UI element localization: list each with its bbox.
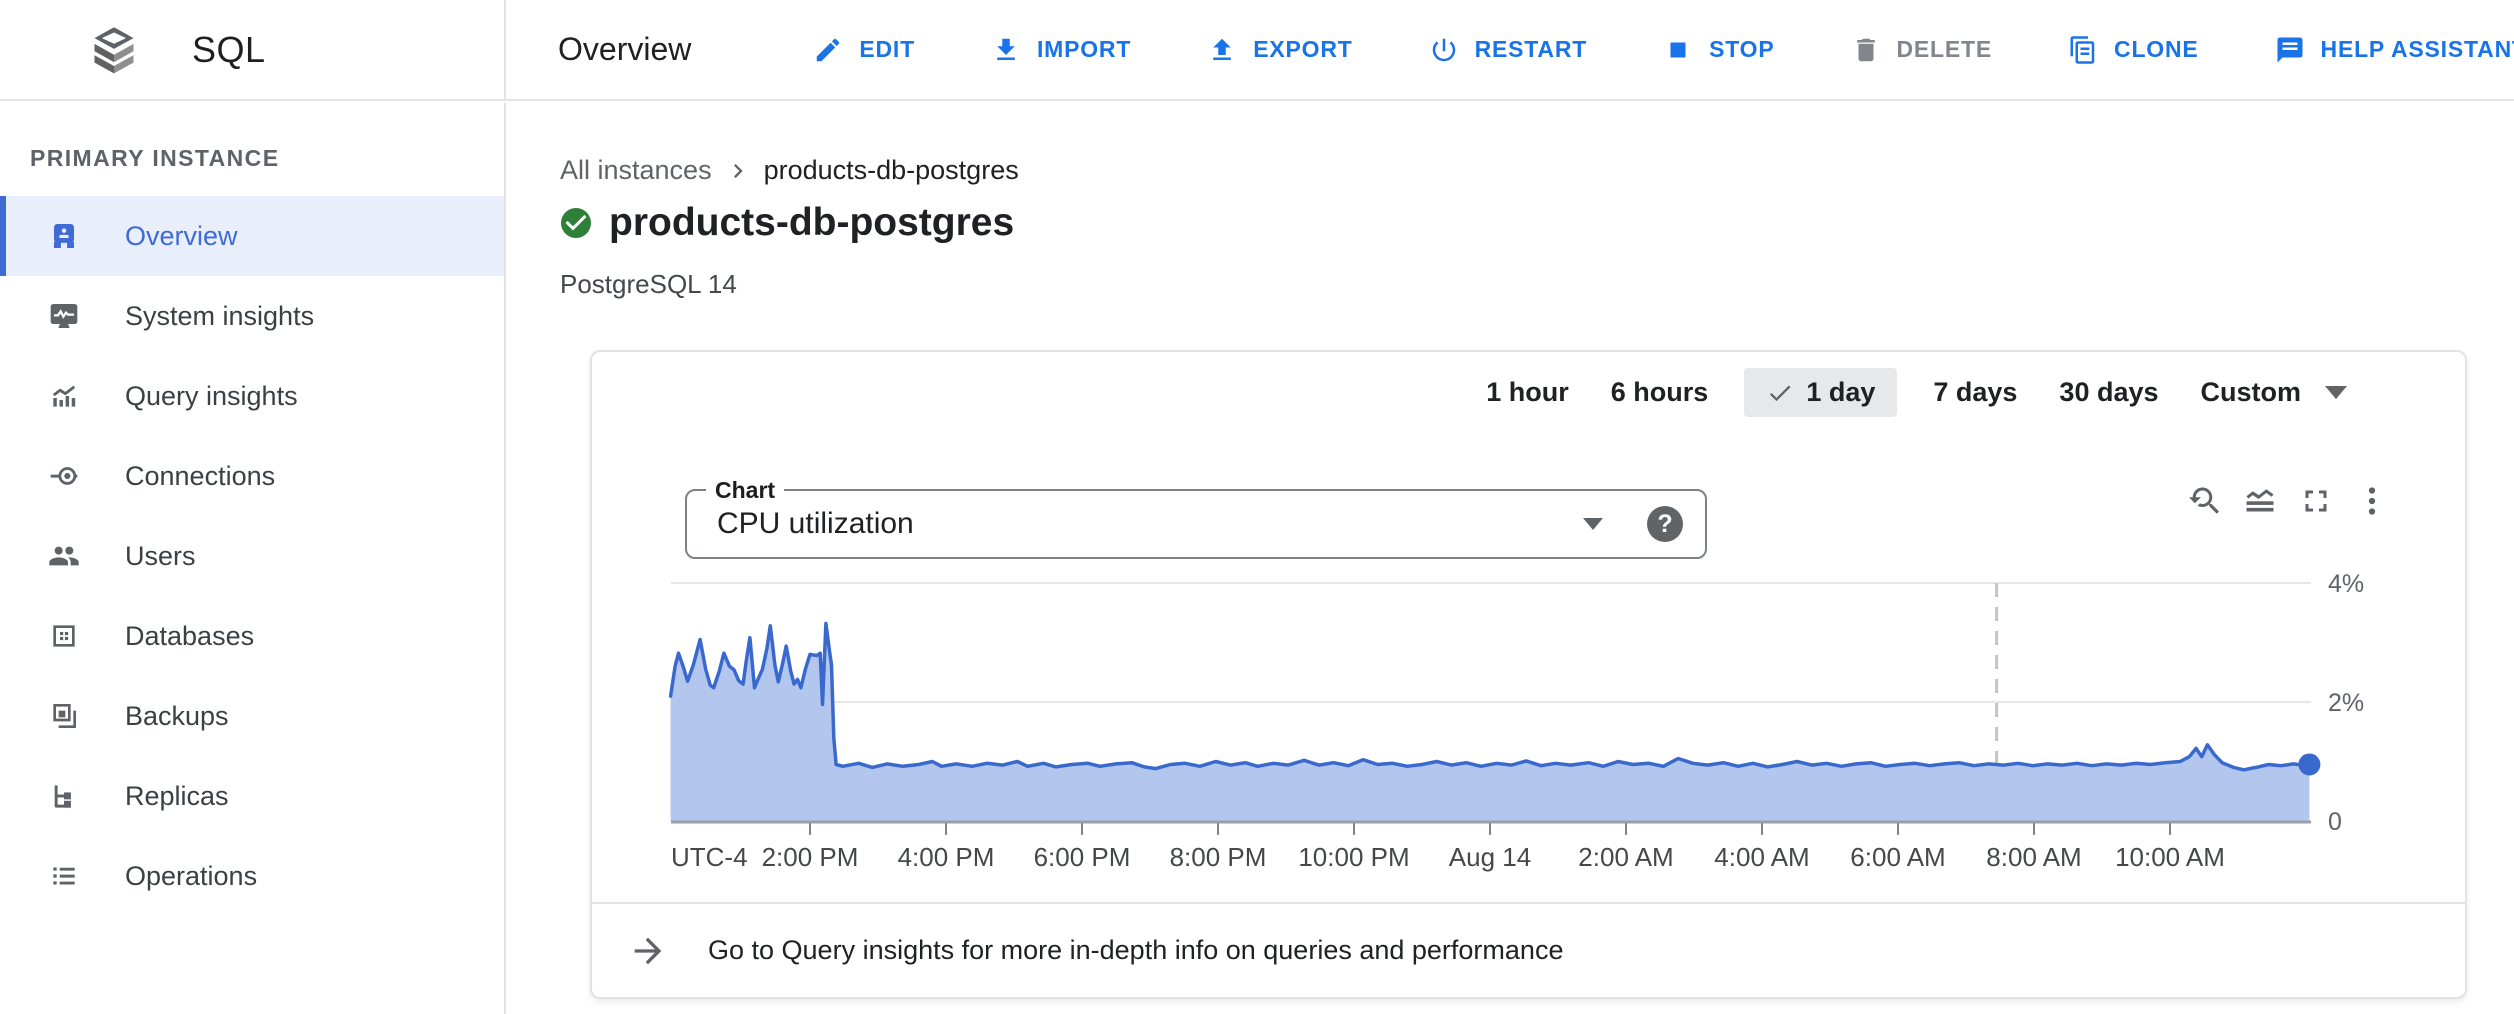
sidebar-item-users[interactable]: Users <box>0 516 504 596</box>
import-icon <box>991 35 1021 65</box>
engine-version-label: PostgreSQL 14 <box>560 269 737 300</box>
edit-button[interactable]: EDIT <box>813 35 915 65</box>
export-button[interactable]: EXPORT <box>1207 35 1352 65</box>
sidebar-item-label: Query insights <box>125 381 298 412</box>
action-label: EDIT <box>859 36 915 63</box>
sidebar: PRIMARY INSTANCE Overview System insights… <box>0 103 506 1014</box>
y-axis-label: 2% <box>2328 689 2364 717</box>
restart-button[interactable]: RESTART <box>1429 35 1588 65</box>
x-axis-label: 4:00 PM <box>898 842 995 872</box>
breadcrumb: All instances products-db-postgres <box>560 155 1019 186</box>
delete-button[interactable]: DELETE <box>1851 35 1993 65</box>
x-axis-label: 2:00 PM <box>762 842 859 872</box>
bar-chart-icon <box>48 380 80 412</box>
restart-icon <box>1429 35 1459 65</box>
cloud-sql-logo-icon <box>88 24 140 76</box>
query-insights-link-text: Go to Query insights for more in-depth i… <box>708 935 1563 966</box>
x-axis-label: 4:00 AM <box>1714 842 1809 872</box>
sidebar-item-replicas[interactable]: Replicas <box>0 756 504 836</box>
check-circle-icon <box>558 205 594 241</box>
sidebar-item-label: Overview <box>125 221 238 252</box>
sidebar-item-backups[interactable]: Backups <box>0 676 504 756</box>
x-axis-label: 6:00 AM <box>1850 842 1945 872</box>
monitor-icon <box>48 300 80 332</box>
help-assistant-button[interactable]: HELP ASSISTANT <box>2275 35 2514 65</box>
chevron-right-icon <box>724 157 752 185</box>
product-name: SQL <box>192 29 266 71</box>
users-icon <box>48 540 80 572</box>
sidebar-item-label: Connections <box>125 461 275 492</box>
x-axis-label: 6:00 PM <box>1034 842 1131 872</box>
clone-icon <box>2068 35 2098 65</box>
action-label: DELETE <box>1897 36 1993 63</box>
cpu-area-fill <box>671 624 2310 822</box>
sidebar-item-connections[interactable]: Connections <box>0 436 504 516</box>
action-label: EXPORT <box>1253 36 1352 63</box>
sidebar-item-label: Users <box>125 541 196 572</box>
sidebar-item-label: Backups <box>125 701 229 732</box>
x-axis-label: Aug 14 <box>1449 842 1531 872</box>
action-label: HELP ASSISTANT <box>2321 36 2514 63</box>
main-content: All instances products-db-postgres produ… <box>508 103 2514 1014</box>
backups-icon <box>48 700 80 732</box>
pencil-icon <box>813 35 843 65</box>
latest-value-dot <box>2298 753 2320 775</box>
operations-icon <box>48 860 80 892</box>
instance-name: products-db-postgres <box>609 201 1014 245</box>
sidebar-item-overview[interactable]: Overview <box>0 196 504 276</box>
y-axis-label: 4% <box>2328 570 2364 598</box>
sidebar-item-databases[interactable]: Databases <box>0 596 504 676</box>
sidebar-nav: Overview System insights Query insights Con… <box>0 196 504 916</box>
arrow-forward-icon <box>628 931 668 971</box>
sidebar-item-label: System insights <box>125 301 314 332</box>
breadcrumb-all-instances[interactable]: All instances <box>560 155 712 186</box>
x-axis-label: 8:00 AM <box>1986 842 2081 872</box>
page-title: Overview <box>558 31 691 68</box>
sidebar-section-label: PRIMARY INSTANCE <box>30 145 504 172</box>
clone-button[interactable]: CLONE <box>2068 35 2199 65</box>
cpu-line-series <box>671 624 2310 770</box>
chat-icon <box>2275 35 2305 65</box>
sidebar-item-operations[interactable]: Operations <box>0 836 504 916</box>
metrics-card: 1 hour6 hours1 day7 days30 daysCustom Ch… <box>590 350 2467 999</box>
x-axis-label: 2:00 AM <box>1578 842 1673 872</box>
instance-icon <box>48 220 80 252</box>
x-axis-label: 8:00 PM <box>1170 842 1267 872</box>
connections-icon <box>48 460 80 492</box>
sidebar-item-label: Replicas <box>125 781 229 812</box>
header-main: Overview EDIT IMPORT EXPORT RESTART STOP DELE… <box>506 0 2514 99</box>
stop-button[interactable]: STOP <box>1663 35 1774 65</box>
stop-icon <box>1663 35 1693 65</box>
y-axis-label: 0 <box>2328 808 2342 836</box>
x-axis-label: 10:00 PM <box>1298 842 1409 872</box>
trash-icon <box>1851 35 1881 65</box>
export-icon <box>1207 35 1237 65</box>
action-label: RESTART <box>1475 36 1588 63</box>
action-label: IMPORT <box>1037 36 1131 63</box>
product-home-link[interactable]: SQL <box>0 0 506 99</box>
databases-icon <box>48 620 80 652</box>
import-button[interactable]: IMPORT <box>991 35 1131 65</box>
sidebar-item-label: Databases <box>125 621 254 652</box>
sidebar-item-label: Operations <box>125 861 257 892</box>
query-insights-link[interactable]: Go to Query insights for more in-depth i… <box>592 902 2465 997</box>
breadcrumb-current: products-db-postgres <box>764 155 1019 186</box>
sidebar-item-query-insights[interactable]: Query insights <box>0 356 504 436</box>
top-app-bar: SQL Overview EDIT IMPORT EXPORT RESTART STOP… <box>0 0 2514 101</box>
replicas-icon <box>48 780 80 812</box>
x-axis-label: 10:00 AM <box>2115 842 2225 872</box>
instance-title-row: products-db-postgres <box>558 201 1014 245</box>
header-action-bar: EDIT IMPORT EXPORT RESTART STOP DELETE CLONE HE… <box>813 35 2514 65</box>
sidebar-item-system-insights[interactable]: System insights <box>0 276 504 356</box>
action-label: STOP <box>1709 36 1774 63</box>
x-axis-timezone-label: UTC-4 <box>671 842 748 872</box>
action-label: CLONE <box>2114 36 2199 63</box>
